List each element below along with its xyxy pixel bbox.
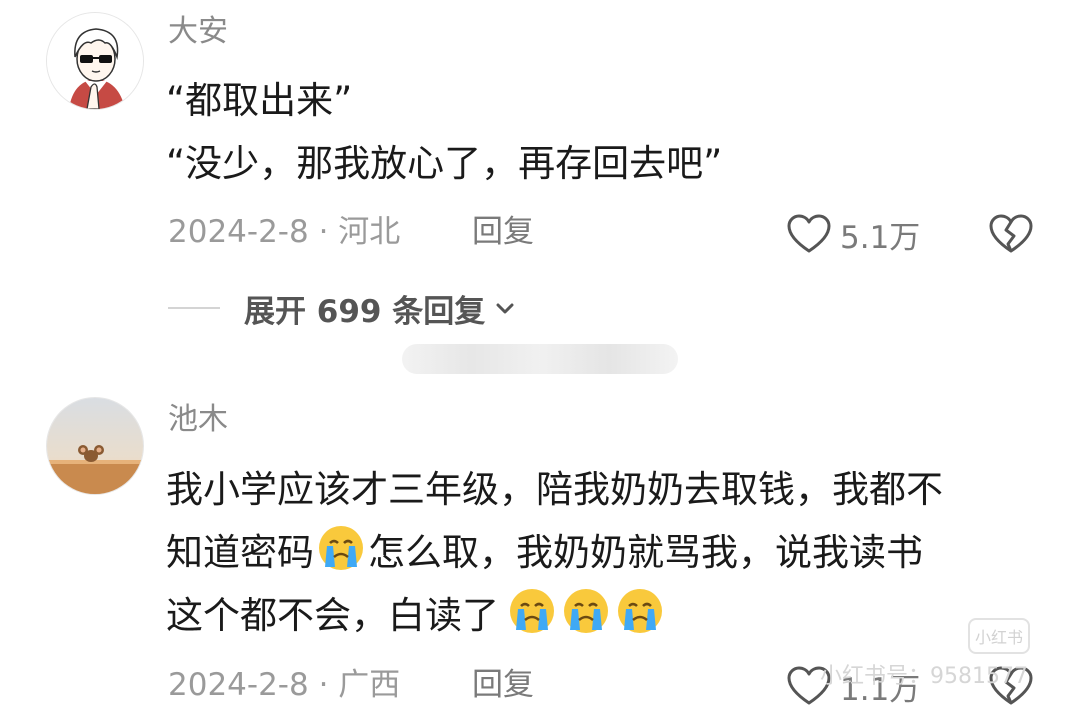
comment-date-location: 2024-2-8 · 广西 <box>168 667 401 703</box>
comment-thread: 大安 “都取出来” “没少，那我放心了，再存回去吧” 2024-2-8 · 河北… <box>0 0 1080 712</box>
crying-emoji-icon <box>618 589 662 633</box>
crying-emoji-icon <box>319 526 363 570</box>
comment-line: 这个都不会，白读了 <box>166 584 1036 647</box>
avatar-illustration <box>47 13 143 109</box>
chevron-down-icon <box>496 303 514 314</box>
comment-author[interactable]: 池木 <box>168 405 228 435</box>
heart-outline-icon <box>787 214 831 253</box>
expand-replies-label[interactable]: 展开 699 条回复 <box>244 286 485 331</box>
comment-date-location: 2024-2-8 · 河北 <box>168 214 401 250</box>
comment-text: 我小学应该才三年级，陪我奶奶去取钱，我都不 知道密码 怎么取，我奶奶就骂我，说我读… <box>166 458 1036 647</box>
broken-heart-icon <box>989 214 1033 253</box>
watermark-badge: 小红书 <box>968 618 1030 654</box>
avatar[interactable] <box>46 397 144 495</box>
blurred-divider <box>402 344 678 374</box>
comment-line: “没少，那我放心了，再存回去吧” <box>166 142 723 185</box>
avatar[interactable] <box>46 12 144 110</box>
avatar-illustration <box>47 398 143 494</box>
comment-line-segment: 怎么取，我奶奶就骂我，说我读书 <box>368 531 923 574</box>
reply-button[interactable]: 回复 <box>472 217 534 248</box>
crying-emoji-icon <box>564 589 608 633</box>
comment-line: 我小学应该才三年级，陪我奶奶去取钱，我都不 <box>166 468 943 511</box>
comment-author[interactable]: 大安 <box>168 17 228 47</box>
divider-line <box>168 307 220 309</box>
comment-line-segment: 这个都不会，白读了 <box>166 594 499 637</box>
reply-button[interactable]: 回复 <box>472 670 534 701</box>
comment-text: “都取出来” “没少，那我放心了，再存回去吧” <box>166 69 1036 195</box>
expand-replies[interactable]: 展开 699 条回复 <box>168 286 517 331</box>
like-count: 5.1万 <box>840 219 921 256</box>
crying-emoji-icon <box>510 589 554 633</box>
comment-line-segment: 知道密码 <box>166 531 314 574</box>
watermark-id: 小红书号：9581577 <box>820 664 1028 689</box>
comment-line: 知道密码 怎么取，我奶奶就骂我，说我读书 <box>166 521 1036 584</box>
comment-line: “都取出来” <box>166 79 353 122</box>
dislike-button[interactable] <box>988 212 1034 256</box>
like-button[interactable]: 5.1万 <box>786 212 920 256</box>
